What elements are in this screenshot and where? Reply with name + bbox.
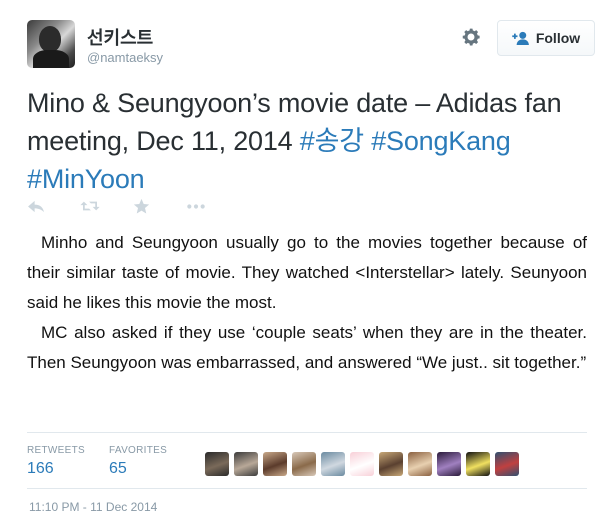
more-icon	[187, 203, 205, 209]
tweet-actions	[27, 194, 239, 218]
divider	[27, 432, 587, 433]
favorite-icon	[133, 198, 150, 213]
favoriter-avatar[interactable]	[234, 452, 258, 476]
tweet-text: Mino & Seungyoon’s movie date – Adidas f…	[27, 84, 597, 198]
follow-label: Follow	[535, 30, 581, 46]
favorites-label: FAVORITES	[109, 445, 168, 456]
hashtag-minyoon[interactable]: #MinYoon	[27, 164, 145, 194]
favorites-count: 65	[109, 460, 127, 477]
retweets-count: 166	[27, 460, 54, 477]
follow-person-icon	[512, 31, 529, 45]
favoriter-avatar[interactable]	[263, 452, 287, 476]
image-paragraph: Minho and Seungyoon usually go to the mo…	[27, 233, 587, 312]
favoriter-avatar[interactable]	[466, 452, 490, 476]
favoriter-avatar[interactable]	[495, 452, 519, 476]
favoriter-avatar[interactable]	[379, 452, 403, 476]
favoriter-avatar[interactable]	[350, 452, 374, 476]
favorite-button[interactable]	[133, 194, 186, 218]
screen-name[interactable]: @namtaeksy	[87, 50, 163, 65]
tweet-header: 선키스트 @namtaeksy Follow	[27, 18, 595, 70]
retweet-icon	[80, 201, 100, 211]
favoriter-avatar[interactable]	[321, 452, 345, 476]
reply-icon	[28, 200, 44, 212]
gear-icon[interactable]	[460, 26, 482, 48]
favorites-stat[interactable]: FAVORITES 65	[109, 445, 167, 478]
image-paragraph: MC also asked if they use ‘couple seats’…	[27, 323, 587, 372]
user-name[interactable]: 선키스트	[87, 24, 153, 50]
favoriter-avatar[interactable]	[292, 452, 316, 476]
tweet-image[interactable]: Minho and Seungyoon usually go to the mo…	[27, 228, 587, 420]
retweet-button[interactable]	[80, 194, 133, 218]
tweet-timestamp[interactable]: 11:10 PM - 11 Dec 2014	[29, 500, 157, 514]
favoriter-avatar[interactable]	[205, 452, 229, 476]
more-button[interactable]	[186, 194, 239, 218]
user-avatar[interactable]	[27, 20, 75, 68]
follow-button[interactable]: Follow	[497, 20, 595, 56]
favoriter-avatar[interactable]	[437, 452, 461, 476]
retweets-stat[interactable]: RETWEETS 166	[27, 445, 85, 478]
hashtag-songkang-korean[interactable]: #송강	[300, 126, 364, 156]
favoriter-avatar[interactable]	[408, 452, 432, 476]
reply-button[interactable]	[27, 194, 80, 218]
divider	[27, 488, 587, 489]
favoriters-avatars	[205, 452, 519, 476]
hashtag-songkang[interactable]: #SongKang	[371, 126, 511, 156]
retweets-label: RETWEETS	[27, 445, 85, 456]
